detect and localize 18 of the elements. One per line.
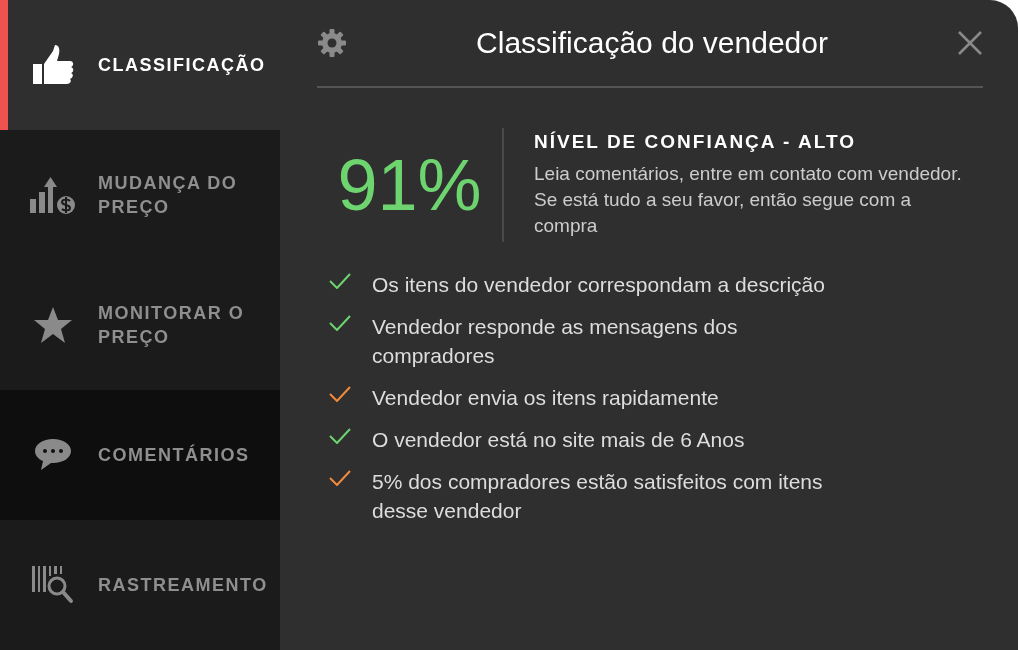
check-text: Os itens do vendedor correspondam a descrição [372,272,826,298]
advice-text: Leia comentários, entre em contato com vendedor. Se está tudo a seu favor, então segue com a compra [534,162,963,238]
trust-score: 91% [317,128,504,242]
close-icon[interactable] [957,30,983,56]
sidebar-item[interactable]: COMENTÁRIOS [0,390,280,520]
check-text: O vendedor está no site mais de 6 Anos [372,427,746,453]
check-text: Vendedor envia os itens rapidamente [372,385,720,411]
sidebar-item[interactable]: CLASSIFICAÇÃO [0,0,280,130]
barcode-search-icon [32,566,74,604]
star-icon [34,307,72,343]
price-chart-icon [30,175,76,215]
thumbs-up-icon [31,45,75,85]
trust-level-heading: NÍVEL DE CONFIANÇA - ALTO [534,131,857,153]
settings-icon[interactable] [317,28,347,58]
panel-title: Classificação do vendedor [475,26,829,60]
check-text: 5% dos compradores estão satisfeitos com itens desse vendedor [372,469,824,524]
check-text: Vendedor responde as mensagens dos compradores [372,314,739,369]
chat-bubble-icon [35,439,71,471]
